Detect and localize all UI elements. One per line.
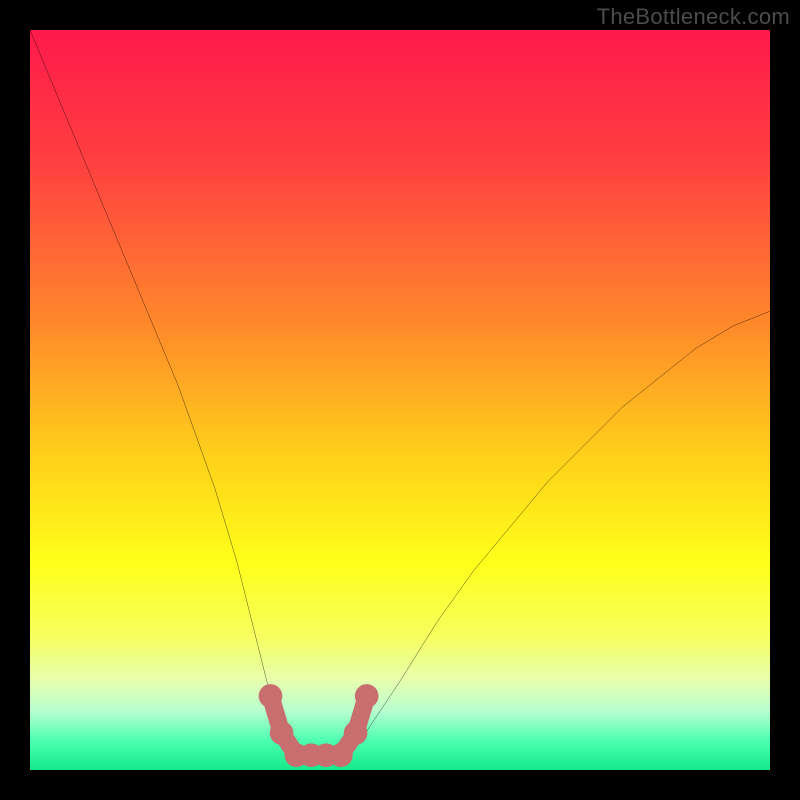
highlight-dot	[344, 721, 368, 745]
watermark-text: TheBottleneck.com	[597, 4, 790, 30]
highlight-dot	[355, 684, 379, 708]
bottleneck-curve	[30, 30, 770, 755]
highlight-dot	[329, 743, 353, 767]
plot-area	[30, 30, 770, 770]
highlight-dot	[259, 684, 283, 708]
chart-frame: TheBottleneck.com	[0, 0, 800, 800]
highlight-dot	[270, 721, 294, 745]
curve-svg	[30, 30, 770, 770]
